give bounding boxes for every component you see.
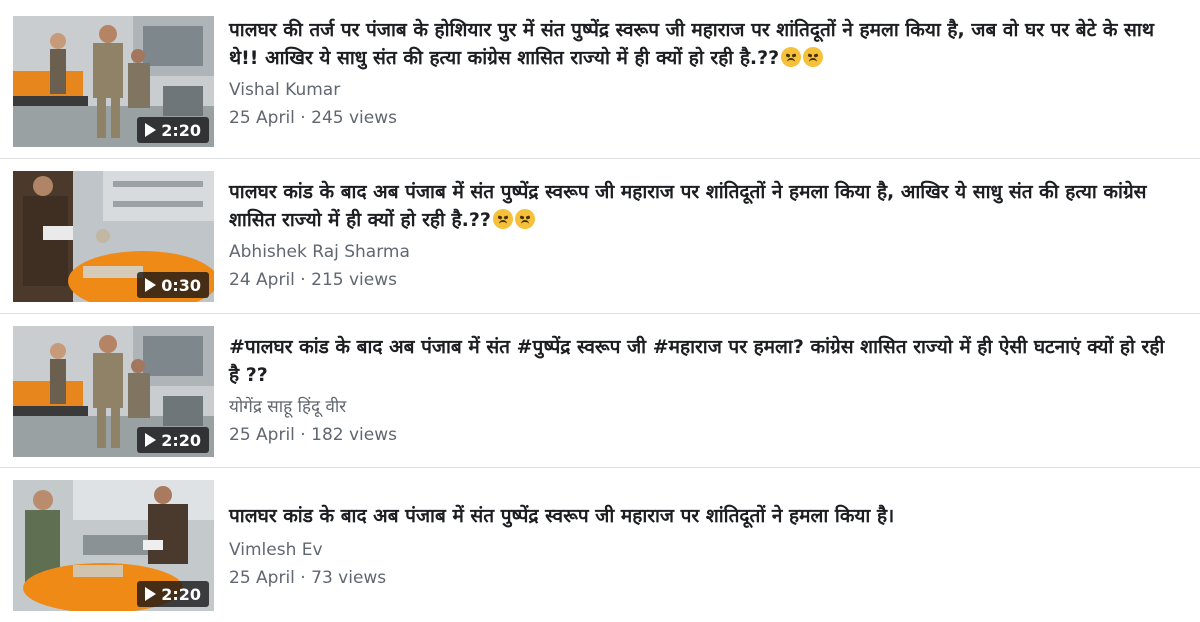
video-date: 25 April xyxy=(229,108,295,128)
video-title-block[interactable]: पालघर की तर्ज पर पंजाब के होशियार पुर मे… xyxy=(229,16,1174,72)
video-row[interactable]: 2:20 #पालघर कांड के बाद अब पंजाब में संत… xyxy=(0,313,1200,467)
play-icon xyxy=(145,123,157,137)
video-views: 182 views xyxy=(311,425,397,445)
angry-face-icon xyxy=(803,47,824,67)
meta-separator: · xyxy=(294,108,312,128)
video-results-list: 2:20 पालघर की तर्ज पर पंजाब के होशियार प… xyxy=(0,0,1200,622)
play-icon xyxy=(145,278,157,292)
video-meta: 25 April · 245 views xyxy=(229,107,1179,129)
video-info: पालघर कांड के बाद अब पंजाब में संत पुष्प… xyxy=(229,178,1179,291)
video-duration-badge: 2:20 xyxy=(137,117,209,143)
meta-separator: · xyxy=(294,425,312,445)
angry-face-icon xyxy=(492,209,513,229)
video-thumbnail[interactable]: 0:30 xyxy=(13,171,214,302)
video-meta: 25 April · 73 views xyxy=(229,567,1179,589)
video-title-block[interactable]: पालघर कांड के बाद अब पंजाब में संत पुष्प… xyxy=(229,178,1174,234)
angry-face-icon xyxy=(781,47,802,67)
angry-face-icon xyxy=(514,209,535,229)
video-info: पालघर की तर्ज पर पंजाब के होशियार पुर मे… xyxy=(229,16,1179,129)
video-title[interactable]: पालघर कांड के बाद अब पंजाब में संत पुष्प… xyxy=(229,502,1174,530)
video-views: 215 views xyxy=(311,270,397,290)
video-author[interactable]: Abhishek Raj Sharma xyxy=(229,241,1179,263)
video-title[interactable]: पालघर की तर्ज पर पंजाब के होशियार पुर मे… xyxy=(229,19,1154,69)
video-date: 24 April xyxy=(229,270,295,290)
video-info: #पालघर कांड के बाद अब पंजाब में संत #पुष… xyxy=(229,333,1179,446)
video-meta: 25 April · 182 views xyxy=(229,424,1179,446)
video-duration-badge: 0:30 xyxy=(137,272,209,298)
video-author[interactable]: योगेंद्र साहू हिंदू वीर xyxy=(229,396,1179,418)
meta-separator: · xyxy=(294,568,312,588)
video-row[interactable]: 2:20 पालघर की तर्ज पर पंजाब के होशियार प… xyxy=(0,16,1200,158)
video-thumbnail[interactable]: 2:20 xyxy=(13,326,214,457)
video-meta: 24 April · 215 views xyxy=(229,269,1179,291)
video-title[interactable]: पालघर कांड के बाद अब पंजाब में संत पुष्प… xyxy=(229,181,1147,231)
video-row[interactable]: 2:20 पालघर कांड के बाद अब पंजाब में संत … xyxy=(0,467,1200,622)
video-views: 73 views xyxy=(311,568,387,588)
video-duration-badge: 2:20 xyxy=(137,581,209,607)
video-duration: 2:20 xyxy=(161,120,201,140)
video-duration-badge: 2:20 xyxy=(137,427,209,453)
play-icon xyxy=(145,433,157,447)
video-date: 25 April xyxy=(229,568,295,588)
video-views: 245 views xyxy=(311,108,397,128)
video-thumbnail[interactable]: 2:20 xyxy=(13,480,214,611)
video-thumbnail[interactable]: 2:20 xyxy=(13,16,214,147)
video-date: 25 April xyxy=(229,425,295,445)
video-author[interactable]: Vishal Kumar xyxy=(229,79,1179,101)
video-duration: 2:20 xyxy=(161,430,201,450)
video-row[interactable]: 0:30 पालघर कांड के बाद अब पंजाब में संत … xyxy=(0,158,1200,313)
video-duration: 0:30 xyxy=(161,275,201,295)
play-icon xyxy=(145,587,157,601)
video-author[interactable]: Vimlesh Ev xyxy=(229,539,1179,561)
video-title[interactable]: #पालघर कांड के बाद अब पंजाब में संत #पुष… xyxy=(229,333,1174,389)
video-duration: 2:20 xyxy=(161,584,201,604)
meta-separator: · xyxy=(294,270,312,290)
video-info: पालघर कांड के बाद अब पंजाब में संत पुष्प… xyxy=(229,502,1179,589)
